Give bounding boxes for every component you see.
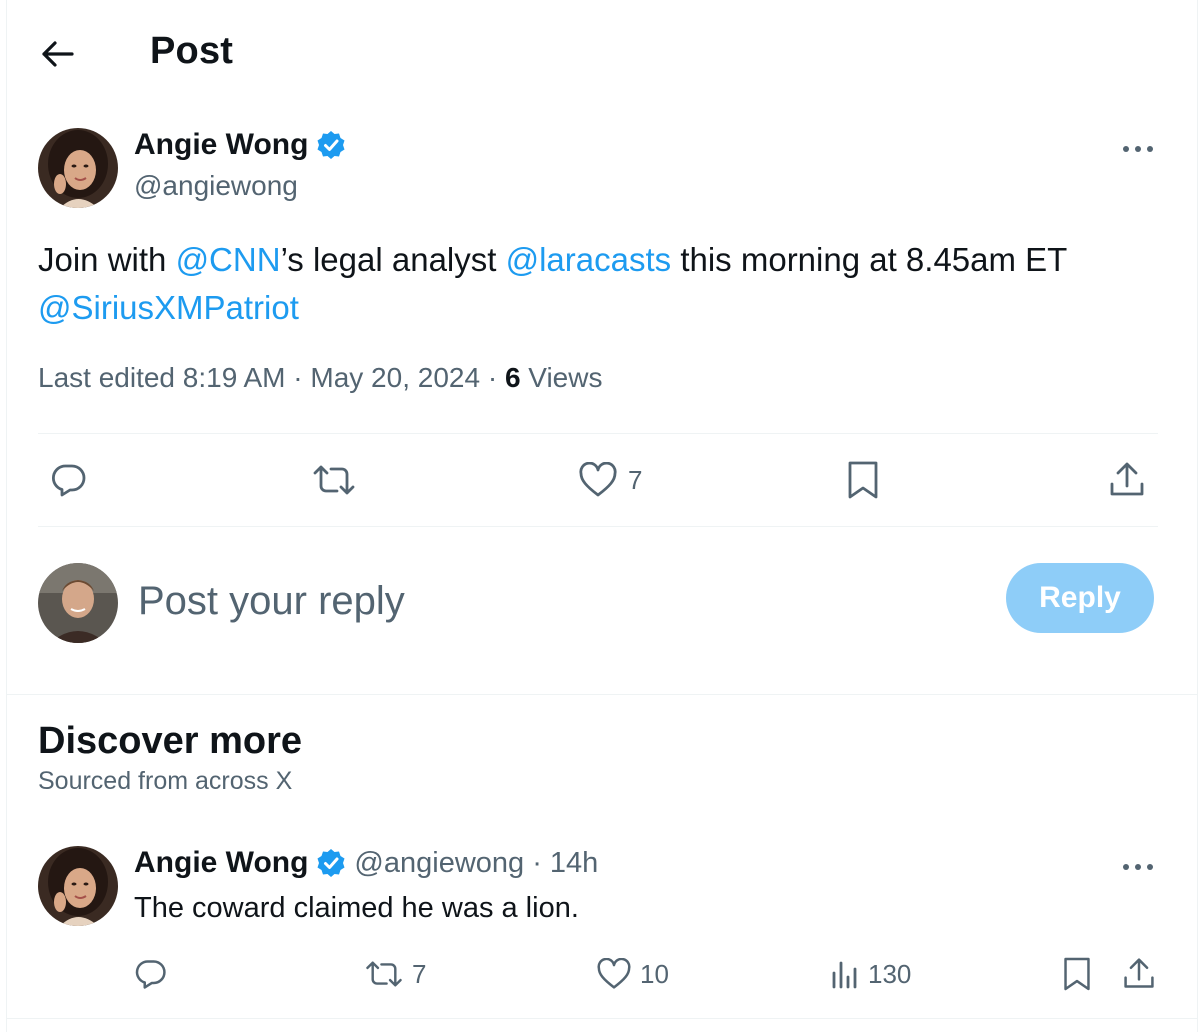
like-count: 7 [628, 464, 643, 495]
author-handle[interactable]: @angiewong [134, 170, 298, 202]
views-count: 130 [868, 958, 912, 989]
like-icon [578, 462, 618, 498]
post-text-segment: this morning at 8.45am ET [671, 241, 1068, 278]
related-tweet-handle-time[interactable]: @angiewong · 14h [354, 847, 598, 880]
author-avatar[interactable] [38, 128, 118, 208]
current-user-avatar[interactable] [38, 563, 118, 643]
retweet-button[interactable] [311, 460, 357, 500]
related-like-button[interactable]: 10 [596, 954, 669, 994]
more-icon[interactable] [1118, 852, 1158, 882]
related-share-button[interactable] [1122, 954, 1156, 994]
post-meta: Last edited 8:19 AM · May 20, 2024 · 6 V… [38, 362, 602, 394]
mention-link[interactable]: @laracasts [506, 241, 672, 278]
page-title: Post [150, 30, 234, 72]
share-icon [1122, 956, 1156, 992]
divider [6, 1018, 1198, 1019]
bookmark-icon [1062, 956, 1092, 992]
retweet-count: 7 [412, 958, 427, 989]
bookmark-icon [846, 460, 880, 500]
header: Post [0, 0, 1200, 100]
post-action-bar: 7 [38, 434, 1158, 526]
views-label: Views [520, 362, 603, 393]
views-icon [830, 959, 860, 989]
post-timestamp[interactable]: Last edited 8:19 AM · May 20, 2024 · [38, 362, 505, 393]
related-tweet-text: The coward claimed he was a lion. [134, 892, 579, 924]
related-views-button[interactable]: 130 [830, 954, 911, 994]
share-button[interactable] [1108, 460, 1146, 500]
related-tweet-author-name[interactable]: Angie Wong [134, 846, 308, 880]
author-name[interactable]: Angie Wong [134, 128, 308, 162]
like-icon [596, 958, 632, 990]
post-text-segment: ’s legal analyst [280, 241, 506, 278]
reply-icon [50, 461, 88, 499]
reply-submit-button[interactable]: Reply [1006, 563, 1154, 633]
like-button[interactable]: 7 [578, 460, 642, 500]
post-text-segment: Join with [38, 241, 176, 278]
reply-input[interactable]: Post your reply [138, 579, 405, 624]
verified-badge-icon [316, 848, 346, 878]
mention-link[interactable]: @SiriusXMPatriot [38, 289, 299, 326]
reply-button[interactable] [50, 460, 88, 500]
more-icon[interactable] [1118, 134, 1158, 164]
like-count: 10 [640, 958, 669, 989]
retweet-icon [311, 461, 357, 499]
discover-title: Discover more [38, 720, 303, 762]
verified-badge-icon [316, 130, 346, 160]
views-count: 6 [504, 362, 521, 393]
bookmark-button[interactable] [846, 460, 880, 500]
related-tweet-header: Angie Wong @angiewong · 14h [134, 846, 598, 880]
author-name-row[interactable]: Angie Wong [134, 128, 346, 162]
related-retweet-button[interactable]: 7 [364, 954, 426, 994]
section-divider [6, 694, 1198, 695]
reply-composer: Post your reply Reply [0, 527, 1200, 695]
back-arrow-icon[interactable] [38, 34, 78, 74]
related-reply-button[interactable] [134, 954, 168, 994]
post-text: Join with @CNN’s legal analyst @laracast… [38, 236, 1158, 332]
mention-link[interactable]: @CNN [176, 241, 281, 278]
related-tweet-avatar[interactable] [38, 846, 118, 926]
reply-icon [134, 957, 168, 991]
retweet-icon [364, 957, 404, 991]
discover-subtitle: Sourced from across X [38, 767, 293, 795]
related-bookmark-button[interactable] [1062, 954, 1092, 994]
share-icon [1108, 460, 1146, 500]
